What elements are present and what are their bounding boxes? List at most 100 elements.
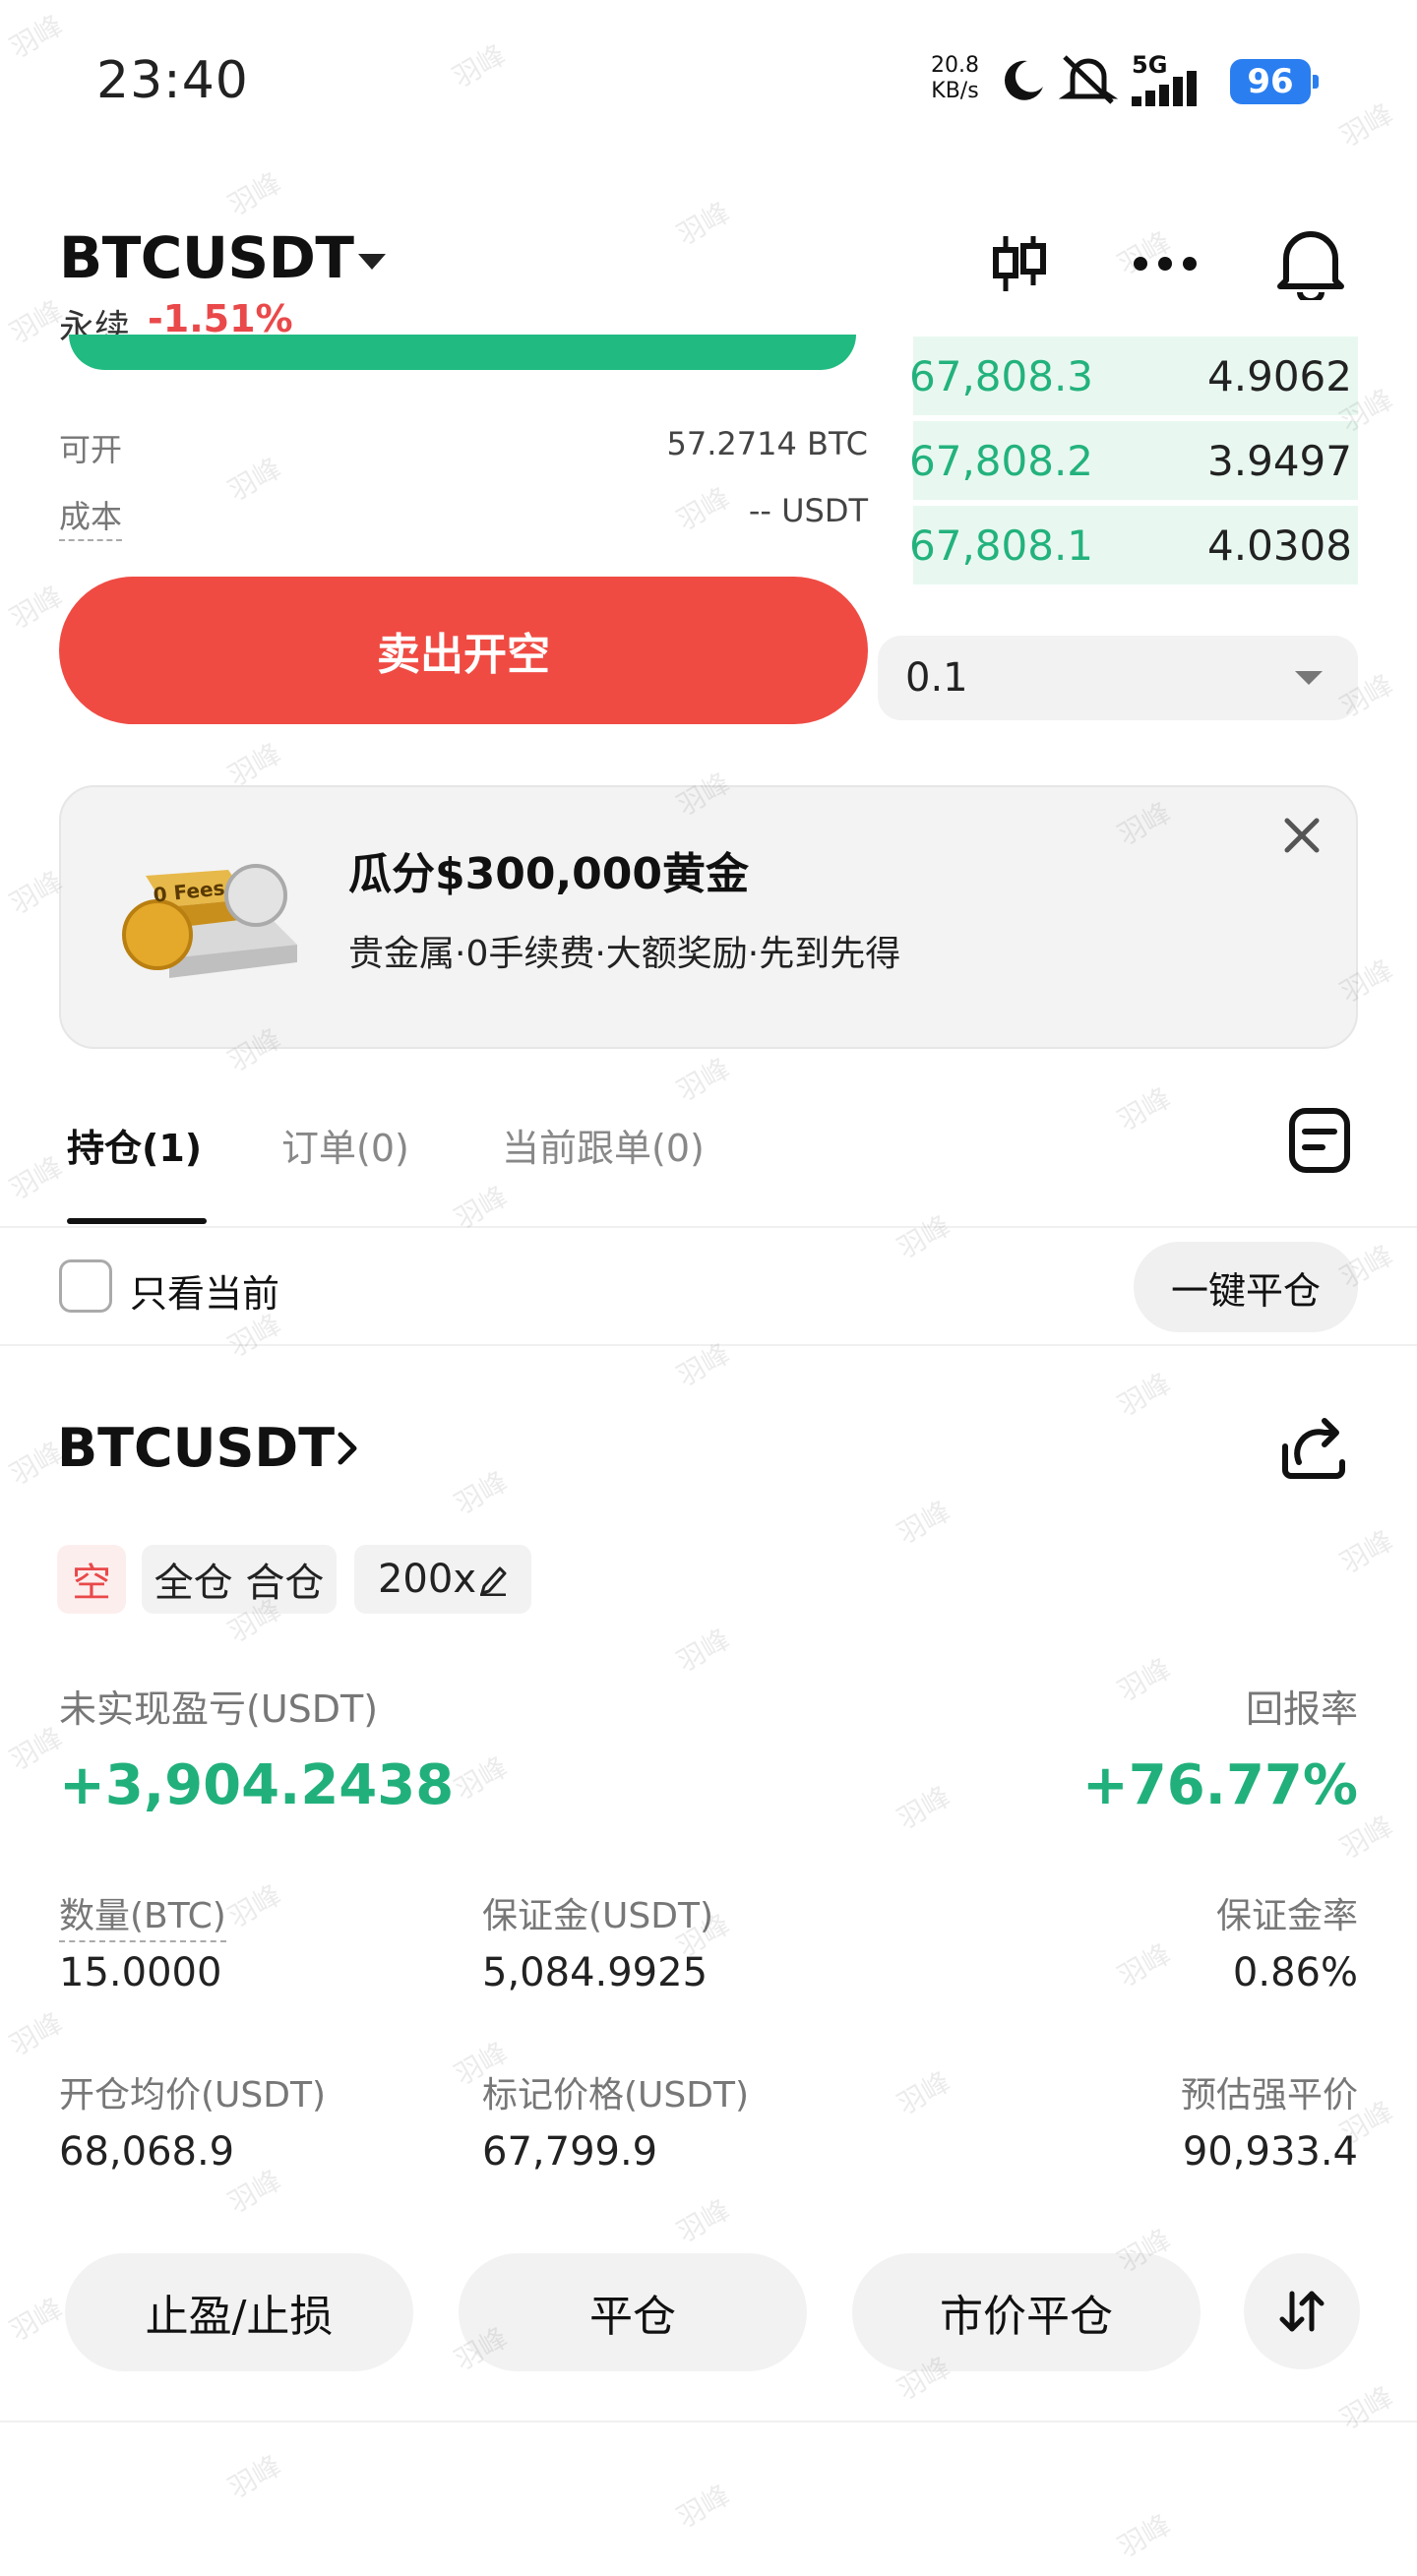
network-speed-value: 20.8 bbox=[931, 53, 979, 78]
bid-qty: 3.9497 bbox=[1207, 436, 1352, 485]
symbol-title[interactable]: BTCUSDT bbox=[59, 224, 354, 291]
watermark: 羽峰 bbox=[1334, 2380, 1399, 2436]
quantity-label[interactable]: 数量(BTC) bbox=[59, 1887, 226, 1942]
close-icon[interactable] bbox=[1279, 813, 1325, 858]
tab-copy-trading[interactable]: 当前跟单(0) bbox=[502, 1118, 705, 1172]
divider bbox=[0, 1226, 1417, 1228]
bid-price: 67,808.2 bbox=[909, 436, 1094, 485]
unrealized-pnl-value: +3,904.2438 bbox=[59, 1753, 455, 1817]
divider bbox=[0, 1344, 1417, 1346]
moon-icon bbox=[1004, 60, 1043, 100]
watermark: 羽峰 bbox=[4, 580, 69, 636]
chevron-right-icon[interactable] bbox=[335, 1429, 360, 1468]
document-icon[interactable] bbox=[1287, 1106, 1352, 1175]
tab-positions[interactable]: 持仓(1) bbox=[67, 1118, 202, 1172]
status-time: 23:40 bbox=[96, 51, 249, 110]
active-tab-indicator bbox=[67, 1218, 207, 1224]
roe-label: 回报率 bbox=[1245, 1687, 1358, 1731]
margin-label: 保证金(USDT) bbox=[482, 1896, 714, 1936]
watermark: 羽峰 bbox=[671, 1052, 736, 1108]
roe-value: +76.77% bbox=[1081, 1753, 1358, 1817]
divider bbox=[0, 2421, 1417, 2423]
orderbook-row[interactable]: 67,808.2 3.9497 bbox=[905, 421, 1358, 500]
watermark: 羽峰 bbox=[222, 166, 287, 222]
reverse-position-button[interactable] bbox=[1244, 2253, 1360, 2369]
watermark: 羽峰 bbox=[671, 2193, 736, 2249]
watermark: 羽峰 bbox=[4, 1150, 69, 1206]
available-value: 57.2714 BTC bbox=[666, 425, 868, 462]
margin-mode-badge[interactable]: 全仓 合仓 bbox=[142, 1545, 337, 1614]
watermark: 羽峰 bbox=[447, 38, 512, 94]
margin-ratio-value: 0.86% bbox=[1232, 1950, 1358, 1995]
only-current-checkbox[interactable] bbox=[59, 1259, 112, 1313]
promo-title: 瓜分$300,000黄金 bbox=[348, 849, 750, 899]
watermark: 羽峰 bbox=[892, 1209, 956, 1265]
watermark: 羽峰 bbox=[671, 1623, 736, 1679]
mark-price-value: 67,799.9 bbox=[482, 2129, 658, 2175]
battery-indicator: 96 bbox=[1230, 59, 1319, 104]
edit-pencil-icon bbox=[480, 1566, 507, 1596]
watermark: 羽峰 bbox=[1112, 1937, 1177, 1993]
more-icon[interactable] bbox=[1126, 224, 1204, 303]
margin-ratio-label: 保证金率 bbox=[1215, 1896, 1358, 1936]
entry-price-label: 开仓均价(USDT) bbox=[59, 2075, 327, 2116]
tab-orders[interactable]: 订单(0) bbox=[281, 1118, 409, 1172]
liq-price-value: 90,933.4 bbox=[1182, 2129, 1358, 2175]
share-icon[interactable] bbox=[1277, 1409, 1350, 1482]
margin-value: 5,084.9925 bbox=[482, 1950, 708, 1995]
watermark: 羽峰 bbox=[4, 2006, 69, 2062]
precision-select[interactable]: 0.1 bbox=[878, 636, 1358, 720]
market-close-button[interactable]: 市价平仓 bbox=[852, 2253, 1201, 2371]
candlestick-chart-icon[interactable] bbox=[980, 224, 1059, 303]
watermark: 羽峰 bbox=[1112, 1081, 1177, 1137]
watermark: 羽峰 bbox=[1334, 97, 1399, 153]
liq-price-label: 预估强平价 bbox=[1180, 2075, 1358, 2116]
entry-price-value: 68,068.9 bbox=[59, 2129, 235, 2175]
sell-open-short-button[interactable]: 卖出开空 bbox=[59, 577, 868, 724]
bid-price: 67,808.3 bbox=[909, 351, 1094, 400]
only-current-label[interactable]: 只看当前 bbox=[130, 1263, 279, 1318]
leverage-value: 200x bbox=[377, 1557, 477, 1602]
watermark: 羽峰 bbox=[1112, 2508, 1177, 2564]
watermark: 羽峰 bbox=[671, 1337, 736, 1393]
watermark: 羽峰 bbox=[449, 1465, 514, 1521]
close-position-button[interactable]: 平仓 bbox=[459, 2253, 807, 2371]
watermark: 羽峰 bbox=[1112, 1367, 1177, 1423]
unrealized-pnl-label: 未实现盈亏(USDT) bbox=[59, 1687, 379, 1731]
promo-subtitle: 贵金属·0手续费·大额奖励·先到先得 bbox=[348, 934, 901, 974]
watermark: 羽峰 bbox=[222, 452, 287, 508]
watermark: 羽峰 bbox=[4, 9, 69, 65]
network-speed: 20.8 KB/s bbox=[931, 53, 979, 104]
bid-price: 67,808.1 bbox=[909, 521, 1094, 570]
position-symbol[interactable]: BTCUSDT bbox=[57, 1417, 335, 1479]
watermark: 羽峰 bbox=[1112, 1652, 1177, 1708]
caret-down-icon bbox=[1295, 671, 1323, 685]
orderbook-row[interactable]: 67,808.3 4.9062 bbox=[905, 337, 1358, 415]
watermark: 羽峰 bbox=[671, 196, 736, 252]
watermark: 羽峰 bbox=[671, 2479, 736, 2535]
bell-icon[interactable] bbox=[1271, 224, 1350, 303]
available-label: 可开 bbox=[59, 431, 123, 468]
leverage-badge[interactable]: 200x bbox=[354, 1545, 531, 1614]
quantity-value: 15.0000 bbox=[59, 1950, 222, 1995]
precision-value: 0.1 bbox=[905, 655, 968, 701]
side-badge: 空 bbox=[57, 1545, 126, 1614]
orderbook-row[interactable]: 67,808.1 4.0308 bbox=[905, 506, 1358, 584]
swap-arrows-icon bbox=[1279, 2291, 1325, 2332]
tp-sl-button[interactable]: 止盈/止损 bbox=[65, 2253, 413, 2371]
watermark: 羽峰 bbox=[892, 2065, 956, 2121]
watermark: 羽峰 bbox=[1334, 1524, 1399, 1580]
cost-value: -- USDT bbox=[748, 492, 868, 529]
bid-qty: 4.0308 bbox=[1207, 521, 1352, 570]
chevron-down-icon[interactable] bbox=[358, 254, 386, 270]
buy-button-edge[interactable] bbox=[69, 335, 856, 370]
cost-label[interactable]: 成本 bbox=[59, 492, 123, 541]
watermark: 羽峰 bbox=[892, 1495, 956, 1551]
bid-qty: 4.9062 bbox=[1207, 351, 1352, 400]
watermark: 羽峰 bbox=[449, 1750, 514, 1807]
close-all-button[interactable]: 一键平仓 bbox=[1134, 1242, 1358, 1332]
network-speed-unit: KB/s bbox=[931, 79, 979, 103]
mark-price-label: 标记价格(USDT) bbox=[482, 2075, 750, 2116]
mute-bell-icon bbox=[1059, 55, 1118, 104]
gold-bars-icon: 0 Fees bbox=[122, 864, 297, 978]
